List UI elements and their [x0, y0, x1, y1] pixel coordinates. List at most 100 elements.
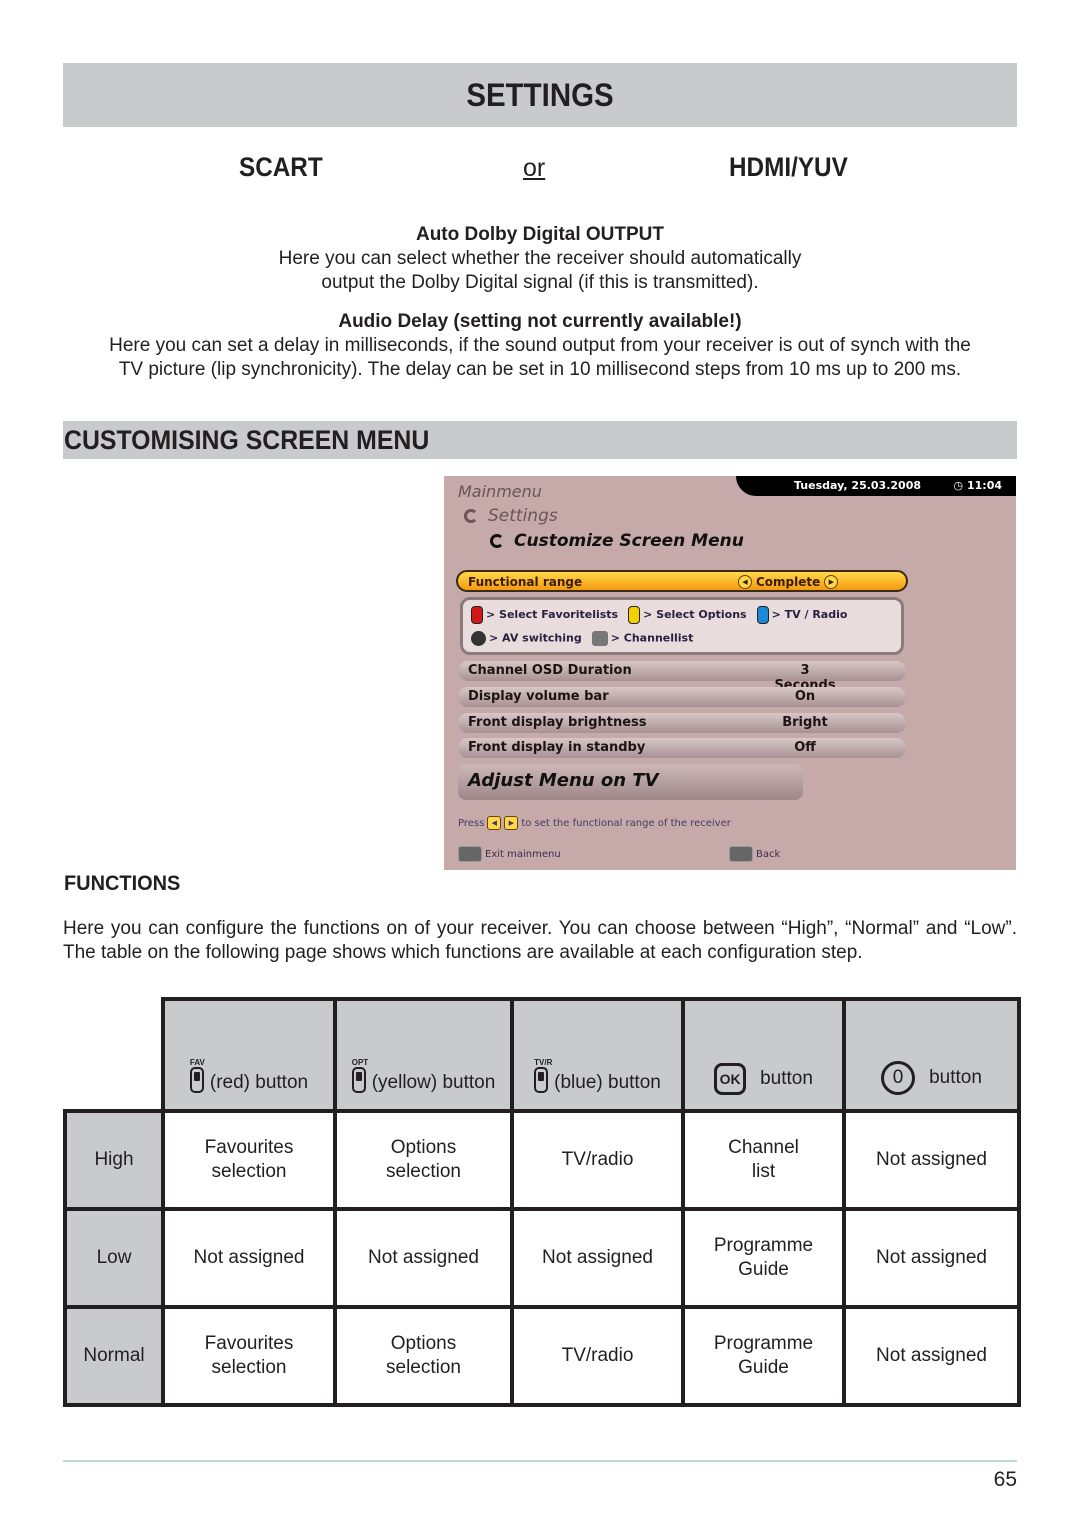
key-hint-zero: > AV switching	[471, 631, 582, 646]
table-cell: Not assigned	[510, 1207, 685, 1309]
red-key-icon	[471, 606, 483, 624]
functional-range-selector[interactable]: Functional range ◀ Complete ▶	[456, 570, 908, 592]
column-header-yellow: OPT (yellow) button	[333, 997, 514, 1113]
table-cell: Channel list	[681, 1109, 846, 1211]
table-corner	[65, 999, 163, 1111]
tv-menu-screenshot: Tuesday, 25.03.2008 ◷ 11:04 Mainmenu Set…	[444, 476, 1016, 870]
page-number: 65	[993, 1468, 1017, 1491]
functional-range-value: Complete	[756, 575, 821, 589]
table-row-low: Low Not assigned Not assigned Not assign…	[63, 1207, 1021, 1309]
key-hint-zero-label: > AV switching	[489, 631, 582, 645]
column-header-label: button	[929, 1067, 982, 1088]
functions-table: FAV (red) button OPT (yellow) button TV/R(…	[63, 997, 1021, 1407]
left-arrow-icon: ◀	[487, 816, 502, 830]
adjust-menu-button[interactable]: Adjust Menu on TV	[458, 764, 803, 800]
functions-paragraph: Here you can configure the functions on …	[63, 918, 1017, 963]
key-hint-red-label: > Select Favoritelists	[486, 608, 619, 621]
setting-value: Off	[794, 740, 816, 755]
breadcrumb-mainmenu[interactable]: Mainmenu	[458, 482, 542, 501]
column-header-ok: OK button	[681, 997, 846, 1113]
tv-date: Tuesday, 25.03.2008	[794, 479, 922, 492]
back-hint[interactable]: Back	[729, 846, 780, 862]
hdmi-yuv-label: HDMI/YUV	[729, 152, 848, 182]
key-hint-ok-label: > Channellist	[610, 631, 694, 645]
press-hint-suffix: to set the functional range of the recei…	[521, 817, 731, 829]
red-button-icon: FAV	[189, 1058, 206, 1095]
right-arrow-icon[interactable]: ▶	[824, 575, 839, 589]
tv-time: 11:04	[966, 479, 1002, 492]
menu-key-icon	[458, 846, 482, 862]
column-header-red: FAV (red) button	[161, 997, 337, 1113]
setting-label: Channel OSD Duration	[468, 663, 632, 678]
section-header-bar: CUSTOMISING SCREEN MENU	[63, 421, 1017, 459]
breadcrumb-customize-label: Customize Screen Menu	[514, 531, 744, 551]
table-cell: Programme Guide	[681, 1207, 846, 1309]
audio-delay-text-1: Here you can set a delay in milliseconds…	[109, 335, 971, 356]
auto-dolby-text-1: Here you can select whether the receiver…	[278, 248, 802, 269]
blue-key-icon	[756, 606, 769, 624]
left-arrow-icon[interactable]: ◀	[738, 575, 752, 589]
ok-button-icon: OK	[714, 1063, 747, 1095]
row-label: Normal	[63, 1305, 165, 1407]
zero-key-icon	[471, 631, 486, 646]
tv-status-bar: Tuesday, 25.03.2008 ◷ 11:04	[736, 476, 1016, 496]
table-cell: Options selection	[333, 1305, 514, 1407]
tv-clock: ◷ 11:04	[954, 479, 1002, 492]
setting-label: Front display in standby	[468, 740, 646, 755]
setting-row-osd-duration[interactable]: Channel OSD Duration 3 Seconds	[458, 661, 906, 693]
exit-key-icon	[729, 846, 753, 862]
page-title-bar: SETTINGS	[63, 63, 1017, 127]
exit-mainmenu-label: Exit mainmenu	[485, 848, 561, 860]
column-header-zero: 0 button	[842, 997, 1021, 1113]
table-cell: Not assigned	[842, 1305, 1021, 1407]
scart-label: SCART	[239, 152, 323, 182]
return-arrow-icon	[490, 534, 504, 548]
table-cell: Programme Guide	[681, 1305, 846, 1407]
key-hint-ok: > Channellist	[591, 631, 694, 646]
breadcrumb-settings-label: Settings	[488, 506, 558, 526]
column-header-label: (blue) button	[554, 1072, 661, 1093]
right-arrow-icon: ▶	[504, 816, 519, 830]
breadcrumb-settings[interactable]: Settings	[464, 506, 558, 526]
table-cell: TV/radio	[510, 1305, 685, 1407]
table-cell: Not assigned	[333, 1207, 514, 1309]
key-hint-red: > Select Favoritelists	[471, 606, 618, 624]
yellow-key-icon	[628, 606, 641, 624]
setting-value: On	[794, 689, 816, 704]
setting-label: Front display brightness	[468, 715, 647, 730]
table-cell: Not assigned	[161, 1207, 337, 1309]
footer-divider	[63, 1460, 1017, 1462]
audio-delay-heading: Audio Delay (setting not currently avail…	[338, 311, 742, 332]
breadcrumb-customize: Customize Screen Menu	[490, 531, 744, 551]
setting-row-volume-bar[interactable]: Display volume bar On	[458, 687, 906, 707]
audio-delay-text-2: TV picture (lip synchronicity). The dela…	[118, 359, 962, 380]
setting-row-front-brightness[interactable]: Front display brightness Bright	[458, 713, 906, 733]
key-hint-yellow: > Select Options	[628, 606, 747, 624]
auto-dolby-text-2: output the Dolby Digital signal (if this…	[321, 272, 759, 293]
zero-button-icon: 0	[881, 1061, 916, 1095]
row-label: Low	[63, 1207, 165, 1309]
table-cell: Not assigned	[842, 1109, 1021, 1211]
return-arrow-icon	[464, 509, 478, 523]
table-cell: TV/radio	[510, 1109, 685, 1211]
column-header-blue: TV/R (blue) button	[510, 997, 685, 1113]
section-title: CUSTOMISING SCREEN MENU	[64, 425, 430, 455]
functional-range-label: Functional range	[468, 575, 583, 589]
functions-heading: FUNCTIONS	[64, 872, 181, 895]
setting-value: Bright	[782, 715, 828, 730]
back-label: Back	[756, 848, 781, 860]
setting-row-front-standby[interactable]: Front display in standby Off	[458, 738, 906, 758]
clock-icon: ◷	[953, 479, 964, 492]
row-label: High	[63, 1109, 165, 1211]
setting-label: Display volume bar	[468, 689, 609, 704]
table-row-high: High Favourites selection Options select…	[63, 1109, 1021, 1211]
press-hint: Press ◀ ▶ to set the functional range of…	[458, 816, 731, 830]
yellow-button-icon: OPT	[351, 1058, 368, 1095]
adjust-menu-label: Adjust Menu on TV	[468, 770, 659, 791]
exit-mainmenu-hint[interactable]: Exit mainmenu	[458, 846, 561, 862]
key-hint-yellow-label: > Select Options	[643, 608, 747, 621]
column-header-label: (red) button	[209, 1072, 309, 1093]
ok-key-icon	[591, 631, 608, 646]
table-cell: Favourites selection	[161, 1305, 337, 1407]
column-header-label: button	[760, 1068, 813, 1089]
